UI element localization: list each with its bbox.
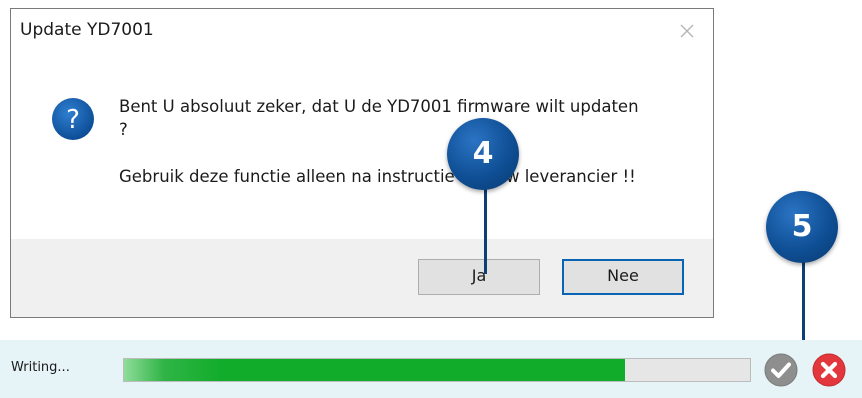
callout-4-pointer bbox=[484, 186, 487, 274]
cancel-icon[interactable] bbox=[812, 353, 846, 387]
update-dialog: Update YD7001 ? Bent U absoluut zeker, d… bbox=[10, 8, 714, 318]
check-icon[interactable] bbox=[764, 353, 798, 387]
progress-bar-fill bbox=[124, 359, 625, 381]
question-icon: ? bbox=[51, 97, 95, 141]
callout-badge-5: 5 bbox=[766, 191, 838, 263]
progress-status-label: Writing... bbox=[11, 360, 70, 375]
confirmation-message: Bent U absoluut zeker, dat U de YD7001 f… bbox=[119, 97, 639, 139]
progress-panel: Writing... bbox=[0, 340, 862, 398]
dialog-title: Update YD7001 bbox=[20, 20, 154, 40]
yes-button[interactable]: Ja bbox=[418, 259, 540, 295]
warning-message: Gebruik deze functie alleen na instructi… bbox=[119, 167, 636, 186]
dialog-button-bar: Ja Nee bbox=[11, 239, 713, 317]
no-button[interactable]: Nee bbox=[562, 259, 684, 295]
close-icon[interactable] bbox=[675, 19, 699, 43]
callout-badge-4: 4 bbox=[447, 118, 519, 190]
progress-bar bbox=[123, 358, 751, 382]
svg-text:?: ? bbox=[66, 105, 80, 135]
